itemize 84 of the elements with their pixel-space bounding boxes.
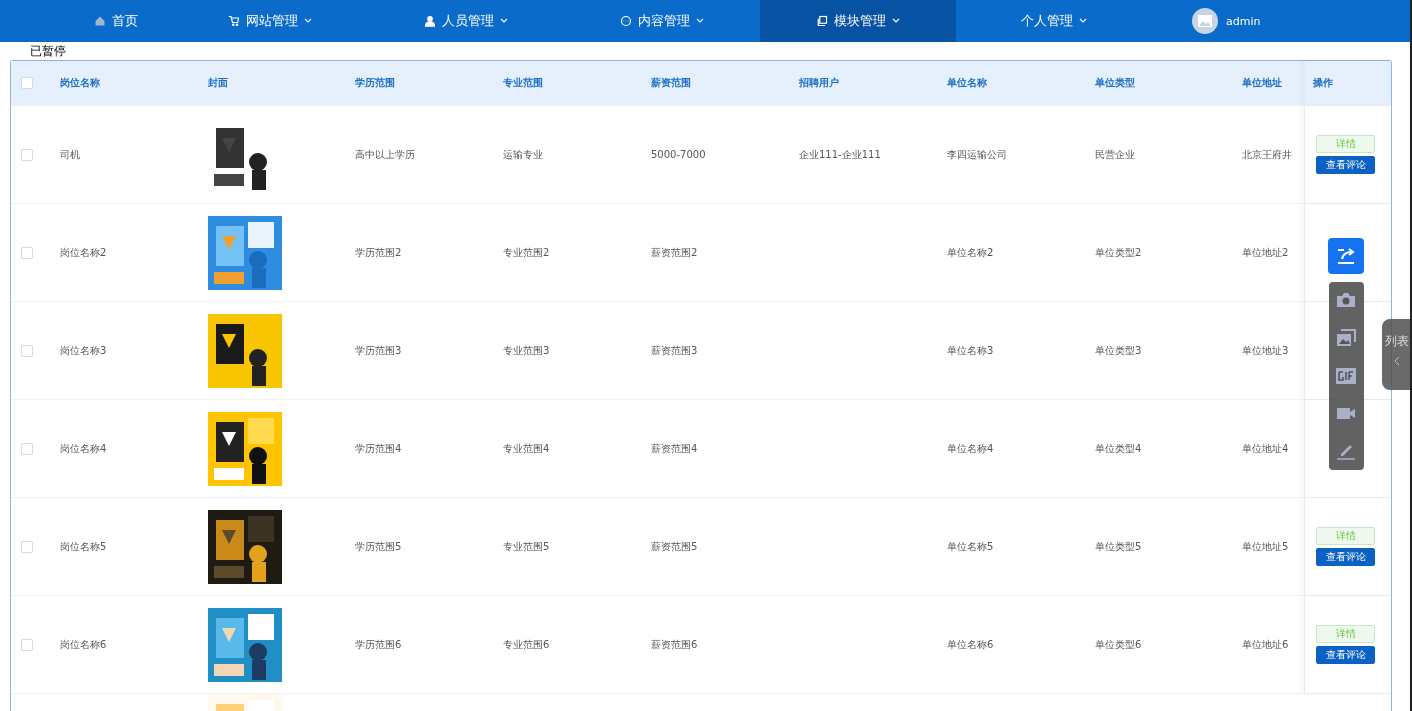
table-cell-text: 薪资范围6 [651,637,699,652]
column-header: 单位名称 [947,76,988,90]
table-cell-text: 单位地址4 [1242,441,1290,456]
table-cell-text: 专业范围2 [503,245,551,260]
table-cell-text: 单位地址6 [1242,637,1290,652]
checkbox[interactable] [21,442,33,455]
table-cell-text: 薪资范围2 [651,245,699,260]
table-cell-text: 司机 [60,147,81,162]
table-cell-text: 学历范围5 [355,539,403,554]
table-cell-text: 单位地址3 [1242,343,1290,358]
column-header: 学历范围 [355,76,396,90]
table-cell-text: 薪资范围3 [651,343,699,358]
table-cell-text: 单位类型4 [1095,441,1143,456]
nav-tab[interactable]: 内容管理 [564,0,760,42]
table-cell-text: 单位名称6 [947,637,995,652]
checkbox[interactable] [21,344,33,357]
table-cell-text: 单位名称4 [947,441,995,456]
checkbox[interactable] [21,638,33,651]
table-cell-text: 北京王府井 [1242,147,1293,162]
status-text: 已暂停 [30,44,66,58]
column-header: 单位地址 [1242,76,1283,90]
table-cell-text: 民营企业 [1095,147,1136,162]
table-cell-text: 薪资范围5 [651,539,699,554]
table-cell-text: 岗位名称4 [60,441,108,456]
table-cell-text: 单位类型3 [1095,343,1143,358]
table-cell-text: 运输专业 [503,147,544,162]
table-cell-text: 岗位名称2 [60,245,108,260]
share-button[interactable] [1328,238,1364,274]
table-cell-text: 岗位名称3 [60,343,108,358]
table-cell-text: 李四运输公司 [947,147,1008,162]
side-tab[interactable]: 列表 [1382,319,1410,390]
comments-button[interactable]: 查看评论 [1316,548,1375,566]
chat-icon [620,15,632,27]
comments-button[interactable]: 查看评论 [1316,156,1375,174]
table-cell-text: 专业范围5 [503,539,551,554]
nav-tab[interactable]: 网站管理 [172,0,368,42]
image-icon[interactable] [1336,329,1356,348]
user-name[interactable]: admin [1226,14,1261,28]
table-cell-text: 学历范围3 [355,343,403,358]
table-cell-text: 单位名称2 [947,245,995,260]
checkbox[interactable] [21,246,33,259]
table-cell-text: 薪资范围4 [651,441,699,456]
table-cell-text: 专业范围4 [503,441,551,456]
table-cell-text: 5000-7000 [651,149,707,160]
cart-icon [228,15,240,27]
home-icon [94,15,106,27]
checkbox[interactable] [21,540,33,553]
table-cell-text: 单位地址5 [1242,539,1290,554]
chevron-left-icon [1394,356,1400,366]
avatar[interactable] [1192,8,1218,34]
column-header: 操作 [1313,76,1334,90]
table-cell-text: 单位类型6 [1095,637,1143,652]
user-icon [424,15,436,27]
table-cell-text: 单位类型5 [1095,539,1143,554]
table-cell-text: 企业111-企业111 [799,147,882,162]
table-cell-text: 专业范围3 [503,343,551,358]
nav-tab[interactable]: 模块管理 [760,0,956,42]
table-cell-text: 单位地址2 [1242,245,1290,260]
gif-icon[interactable] [1336,368,1356,384]
column-header: 专业范围 [503,76,544,90]
nav-tab[interactable]: 首页 [60,0,172,42]
column-header: 单位类型 [1095,76,1136,90]
checkbox[interactable] [21,77,33,89]
camera-icon[interactable] [1336,292,1356,309]
table-cell-text: 高中以上学历 [355,147,416,162]
table-cell-text: 单位类型2 [1095,245,1143,260]
comments-button[interactable]: 查看评论 [1316,646,1375,664]
table-cell-text: 单位名称5 [947,539,995,554]
table-cell-text: 学历范围2 [355,245,403,260]
column-header: 岗位名称 [60,76,101,90]
table-cell-text: 学历范围4 [355,441,403,456]
column-header: 封面 [208,76,229,90]
checkbox[interactable] [21,148,33,161]
copy-icon [816,15,828,27]
table-cell-text: 岗位名称6 [60,637,108,652]
share-icon [1336,247,1356,265]
table-cell-text: 学历范围6 [355,637,403,652]
table-cell-text: 岗位名称5 [60,539,108,554]
column-header: 招聘用户 [799,76,840,90]
table-cell-text: 专业范围6 [503,637,551,652]
column-header: 薪资范围 [651,76,692,90]
nav-tab[interactable]: 人员管理 [368,0,564,42]
nav-tab[interactable]: 个人管理 [956,0,1152,42]
table-cell-text: 单位名称3 [947,343,995,358]
